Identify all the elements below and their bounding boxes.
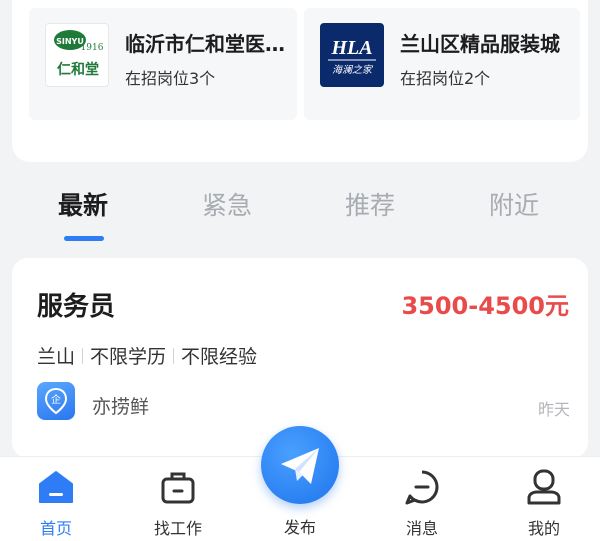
- company-name: 兰山区精品服装城: [400, 32, 560, 56]
- tab-nearby[interactable]: 附近: [489, 186, 539, 222]
- company-tile-renhetang[interactable]: SINYU 1916 仁和堂 临沂市仁和堂医… 在招岗位3个: [29, 8, 297, 120]
- company-open-positions: 在招岗位2个: [400, 69, 491, 88]
- company-logo-renhetang: SINYU 1916 仁和堂: [45, 23, 109, 87]
- tab-urgent[interactable]: 紧急: [202, 186, 252, 222]
- nav-mine[interactable]: 我的: [504, 457, 584, 541]
- company-logo-hla: HLA 海澜之家: [320, 23, 384, 87]
- job-tag-location: 兰山: [37, 346, 76, 368]
- employer-name: 亦捞鲜: [92, 396, 150, 418]
- job-tag-experience: 不限经验: [181, 346, 258, 368]
- company-card-panel: SINYU 1916 仁和堂 临沂市仁和堂医… 在招岗位3个 HLA 海澜之家 …: [12, 0, 588, 162]
- company-badge-icon: 企: [37, 382, 75, 420]
- nav-find-job[interactable]: 找工作: [138, 457, 218, 541]
- tag-divider: [173, 347, 175, 364]
- svg-text:海澜之家: 海澜之家: [332, 64, 374, 76]
- job-tags: 兰山 不限学历 不限经验: [37, 342, 257, 369]
- svg-text:HLA: HLA: [330, 37, 372, 59]
- company-name: 临沂市仁和堂医…: [125, 32, 285, 56]
- company-tile-hla[interactable]: HLA 海澜之家 兰山区精品服装城 在招岗位2个: [304, 8, 580, 120]
- paper-plane-icon: [281, 448, 319, 484]
- tab-latest[interactable]: 最新: [58, 186, 108, 222]
- svg-text:仁和堂: 仁和堂: [57, 61, 99, 78]
- nav-messages[interactable]: 消息: [382, 457, 462, 541]
- nav-mine-label: 我的: [527, 519, 560, 538]
- nav-home[interactable]: 首页: [16, 457, 96, 541]
- nav-home-label: 首页: [39, 519, 72, 538]
- posted-time: 昨天: [537, 400, 570, 419]
- user-icon: [524, 467, 564, 507]
- svg-text:1916: 1916: [81, 43, 104, 53]
- job-salary: 3500-4500元: [401, 292, 569, 320]
- tab-recommended[interactable]: 推荐: [345, 186, 395, 222]
- job-filter-tabs: 最新 紧急 推荐 附近: [0, 178, 600, 248]
- nav-find-job-label: 找工作: [153, 519, 202, 538]
- tag-divider: [82, 347, 84, 364]
- publish-button[interactable]: [261, 426, 339, 504]
- briefcase-icon: [158, 467, 198, 507]
- company-open-positions: 在招岗位3个: [125, 69, 216, 88]
- job-title: 服务员: [37, 292, 116, 322]
- active-tab-indicator: [64, 236, 104, 241]
- svg-text:企: 企: [51, 393, 61, 406]
- job-tag-education: 不限学历: [90, 346, 167, 368]
- nav-publish-label: 发布: [283, 518, 316, 537]
- nav-messages-label: 消息: [405, 519, 438, 538]
- chat-bubble-icon: [402, 467, 442, 507]
- home-icon: [36, 467, 76, 507]
